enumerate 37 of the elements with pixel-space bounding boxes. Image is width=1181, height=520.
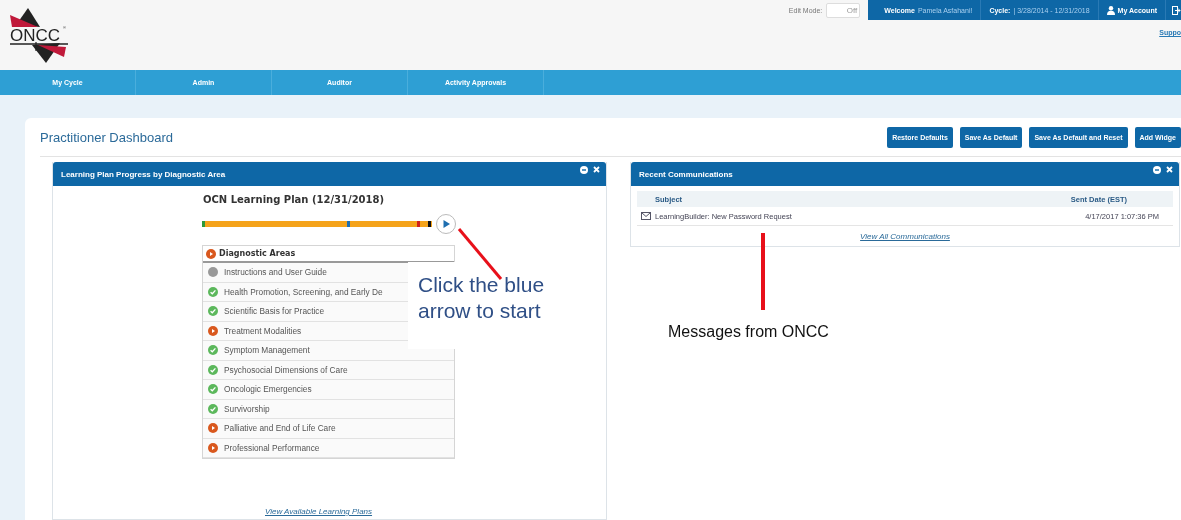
list-item[interactable]: Palliative and End of Life Care [203, 419, 454, 439]
page-title: Practitioner Dashboard [40, 129, 173, 145]
item-label: Psychosocial Dimensions of Care [224, 364, 348, 375]
item-label: Scientific Basis for Practice [224, 306, 325, 317]
list-item[interactable]: Health Promotion, Screening, and Early De [203, 282, 408, 302]
list-item[interactable]: Professional Performance [203, 438, 454, 458]
list-item[interactable]: Survivorship [203, 399, 454, 419]
item-label: Survivorship [224, 403, 270, 414]
list-item[interactable]: Oncologic Emergencies [203, 380, 454, 400]
widget-title: Recent Communications [639, 169, 733, 179]
item-label: Health Promotion, Screening, and Early De [224, 286, 383, 297]
item-label: Symptom Management [224, 345, 310, 356]
item-label: Instructions and User Guide [224, 267, 327, 278]
callout-text: Messages from ONCC [668, 323, 829, 341]
item-label: Professional Performance [224, 442, 320, 453]
close-icon[interactable] [593, 166, 600, 173]
envelope-icon [641, 212, 651, 220]
minimize-icon[interactable] [580, 166, 588, 174]
list-item[interactable]: Treatment Modalities [203, 321, 408, 341]
list-item[interactable]: Scientific Basis for Practice [203, 302, 408, 322]
play-icon [441, 219, 451, 229]
user-icon [1106, 5, 1115, 15]
list-item[interactable]: Psychosocial Dimensions of Care [203, 360, 454, 380]
item-label: Oncologic Emergencies [224, 384, 312, 395]
close-icon[interactable] [1166, 166, 1173, 173]
plan-title: OCN Learning Plan (12/31/2018) [203, 194, 386, 205]
view-communications-link[interactable]: View All Communications [860, 231, 950, 241]
item-label: Palliative and End of Life Care [224, 423, 336, 434]
view-plans-link[interactable]: View Available Learning Plans [265, 507, 373, 516]
minimize-icon[interactable] [1153, 166, 1161, 174]
play-button[interactable] [436, 214, 456, 234]
widget-title: Learning Plan Progress by Diagnostic Area [61, 169, 226, 179]
list-title: Diagnostic Areas [219, 249, 296, 258]
list-item[interactable]: Instructions and User Guide [203, 263, 408, 283]
item-label: Treatment Modalities [224, 325, 302, 336]
logout-icon[interactable] [1172, 5, 1181, 15]
list-item[interactable]: Symptom Management [203, 341, 454, 361]
